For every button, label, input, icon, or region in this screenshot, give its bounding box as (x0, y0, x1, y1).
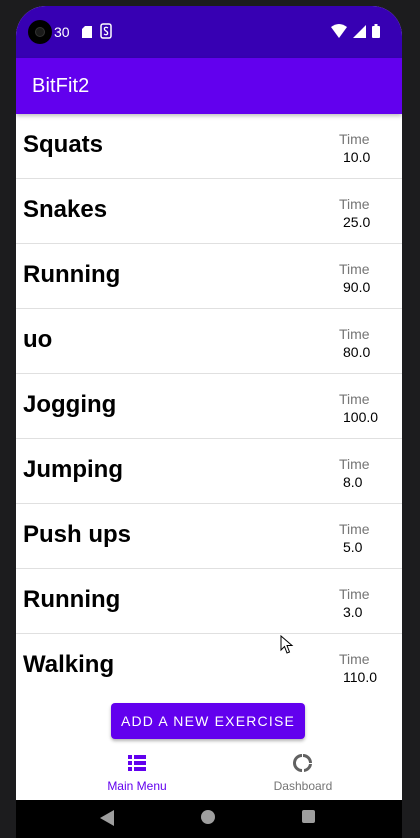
exercise-name: uo (23, 326, 53, 353)
exercise-name: Running (23, 261, 121, 288)
donut-chart-icon (293, 754, 312, 772)
time-value: 8.0 (343, 474, 363, 490)
exercise-row[interactable]: Push ups Time 5.0 (16, 504, 402, 569)
home-icon[interactable] (201, 810, 215, 824)
recent-apps-icon[interactable] (302, 810, 315, 823)
exercise-name: Squats (23, 131, 104, 158)
nav-item-dashboard[interactable]: Dashboard (243, 746, 363, 800)
time-value: 100.0 (343, 409, 379, 425)
exercise-name: Jumping (23, 456, 123, 483)
add-exercise-button[interactable]: ADD A NEW EXERCISE (111, 703, 305, 739)
time-label: Time (339, 131, 370, 147)
exercise-name: Running (23, 586, 121, 613)
system-navigation-bar (16, 800, 402, 838)
exercise-list[interactable]: Squats Time 10.0 Snakes Time 25.0 Runnin… (16, 114, 402, 696)
time-value: 90.0 (343, 279, 371, 295)
time-label: Time (339, 391, 370, 407)
exercise-row[interactable]: Walking Time 110.0 (16, 634, 402, 696)
time-label: Time (339, 521, 370, 537)
exercise-row[interactable]: uo Time 80.0 (16, 309, 402, 374)
screen: 30 BitFit2 Squats Time 10.0 Snakes Time … (16, 6, 402, 838)
time-value: 110.0 (343, 669, 377, 685)
status-bar: 30 (16, 6, 402, 58)
app-title: BitFit2 (32, 75, 90, 97)
mouse-pointer-icon (280, 635, 294, 654)
exercise-name: Push ups (23, 521, 132, 548)
battery-icon (372, 24, 380, 38)
time-value: 80.0 (343, 344, 371, 360)
nav-label-dashboard: Dashboard (273, 779, 333, 793)
time-label: Time (339, 586, 370, 602)
status-icons (331, 24, 380, 38)
signal-icon (353, 24, 366, 38)
time-value: 3.0 (343, 604, 363, 620)
exercise-row[interactable]: Jogging Time 100.0 (16, 374, 402, 439)
nav-label-main-menu: Main Menu (107, 779, 167, 793)
time-label: Time (339, 326, 370, 342)
exercise-row[interactable]: Squats Time 10.0 (16, 114, 402, 179)
wifi-icon (331, 24, 347, 38)
time-label: Time (339, 196, 370, 212)
list-icon (128, 755, 146, 771)
time-value: 10.0 (343, 149, 371, 165)
exercise-row[interactable]: Running Time 90.0 (16, 244, 402, 309)
exercise-name: Walking (23, 651, 115, 678)
device-frame: 30 BitFit2 Squats Time 10.0 Snakes Time … (0, 0, 420, 838)
sd-card-icon (82, 26, 92, 38)
back-icon[interactable] (100, 810, 114, 826)
time-label: Time (339, 456, 370, 472)
nav-item-main-menu[interactable]: Main Menu (77, 746, 197, 800)
time-label: Time (339, 261, 370, 277)
exercise-row[interactable]: Snakes Time 25.0 (16, 179, 402, 244)
time-value: 5.0 (343, 539, 363, 555)
exercise-name: Snakes (23, 196, 108, 223)
exercise-name: Jogging (23, 391, 117, 418)
status-time: 30 (54, 24, 70, 40)
front-camera (28, 20, 52, 44)
app-bar: BitFit2 (16, 58, 402, 114)
bottom-navigation: Main Menu Dashboard (16, 746, 402, 800)
time-value: 25.0 (343, 214, 371, 230)
time-label: Time (339, 651, 370, 667)
exercise-row[interactable]: Running Time 3.0 (16, 569, 402, 634)
notification-s-icon (100, 23, 112, 39)
exercise-row[interactable]: Jumping Time 8.0 (16, 439, 402, 504)
